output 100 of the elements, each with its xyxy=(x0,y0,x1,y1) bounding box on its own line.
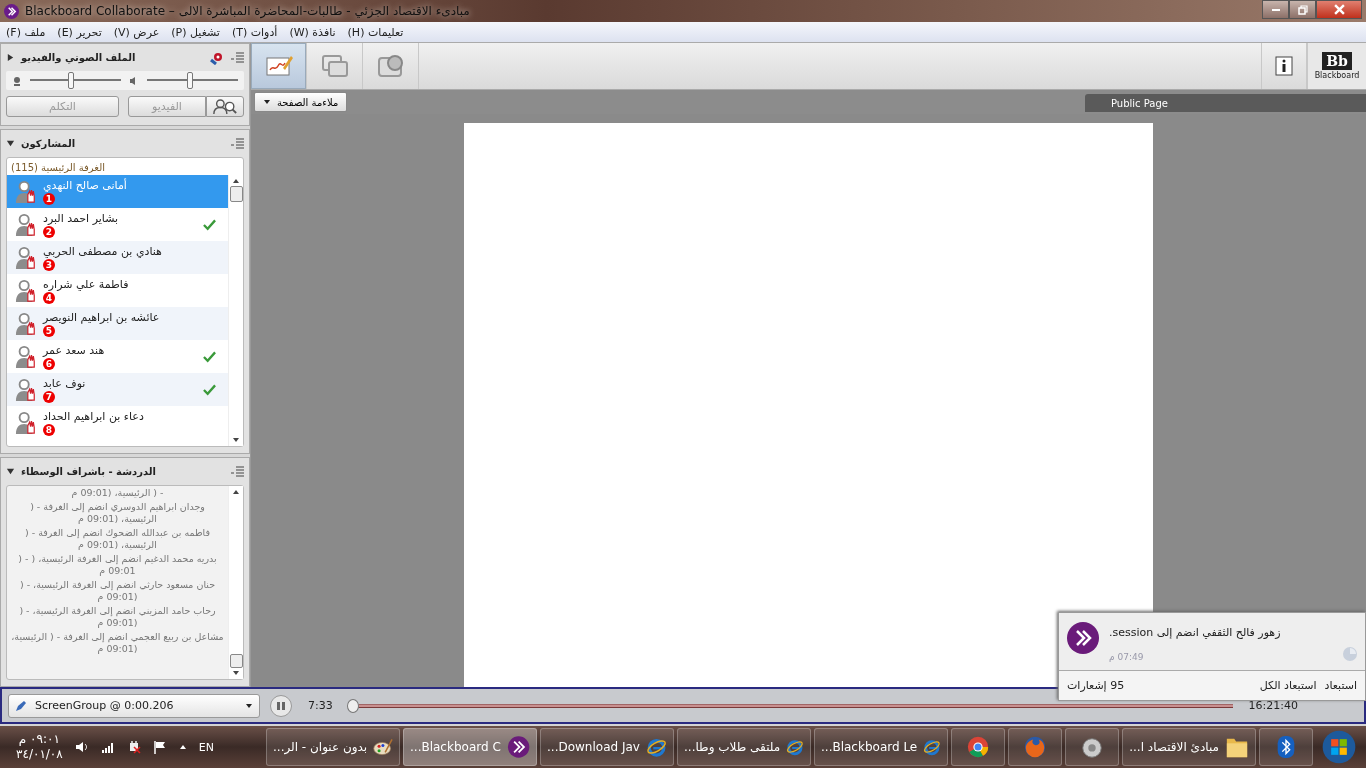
raised-hand-user-icon xyxy=(15,212,37,237)
scrollbar[interactable] xyxy=(228,486,243,679)
taskbar-button[interactable]: Blackboard Le... xyxy=(814,728,948,766)
close-button[interactable] xyxy=(1316,0,1362,19)
app-logo-icon xyxy=(4,3,19,19)
notification-count: 95 إشعارات xyxy=(1067,679,1125,692)
taskbar-button[interactable] xyxy=(1008,728,1062,766)
dismiss-link[interactable]: استبعاد الكل xyxy=(1259,679,1317,692)
room-heading: الغرفة الرئيسية (115) xyxy=(10,161,106,175)
page-tab[interactable]: Public Page xyxy=(1085,94,1366,112)
participant-name: أمانى صالح النهدي xyxy=(43,178,127,192)
number-badge: 4 xyxy=(43,291,55,304)
number-badge: 3 xyxy=(43,258,55,271)
taskbar-button[interactable] xyxy=(1065,728,1119,766)
caret-icon xyxy=(263,99,271,105)
raised-hand-user-icon xyxy=(15,311,37,336)
raised-hand-user-icon xyxy=(15,245,37,270)
dismiss-link[interactable]: استبعاد xyxy=(1324,679,1357,692)
microphone-icon xyxy=(12,75,22,86)
close-icon xyxy=(1333,4,1345,15)
logo-text: Blackboard xyxy=(1314,71,1360,80)
minimize-button[interactable] xyxy=(1262,0,1289,19)
notification-message: زهور فالح الثقفي انضم إلى session. xyxy=(1109,626,1281,639)
scroll-down-arrow-icon[interactable] xyxy=(232,437,240,443)
chat-message: حنان مسعود حارثي انضم إلى الغرفة الرئيسية، - ( (09:01 م xyxy=(18,579,217,603)
volume-icon[interactable] xyxy=(74,740,89,754)
number-badge: 5 xyxy=(43,324,55,337)
show-hidden-icons-icon[interactable] xyxy=(178,744,187,750)
scroll-up-arrow-icon[interactable] xyxy=(232,489,240,495)
disc-icon xyxy=(1080,735,1104,759)
raised-hand-user-icon xyxy=(15,344,37,369)
participant-name: بشاير احمد البرد xyxy=(43,211,119,225)
recording-dropdown[interactable]: ScreenGroup @ 0:00.206 xyxy=(8,693,260,718)
participant-name: فاطمة علي شراره xyxy=(43,277,129,291)
number-badge: 1 xyxy=(43,192,55,205)
scroll-thumb[interactable] xyxy=(229,186,243,202)
taskbar-button[interactable]: Blackboard C... xyxy=(403,728,537,766)
flag-icon[interactable] xyxy=(152,740,167,754)
chat-message: - ( الرئيسية، (09:01 م xyxy=(70,487,165,499)
taskbar-button[interactable]: مبادئ الاقتصاد ا... xyxy=(1122,728,1256,766)
taskbar-button[interactable]: Download Jav... xyxy=(540,728,674,766)
info-button[interactable] xyxy=(1261,43,1307,89)
taskbar-button[interactable] xyxy=(1259,728,1313,766)
app-logo-icon xyxy=(1067,622,1099,654)
taskbar-button[interactable]: ملتقى طلاب وطا... xyxy=(677,728,811,766)
menu-item[interactable]: أدوات (T) xyxy=(231,25,278,39)
expand-arrow-icon[interactable] xyxy=(6,53,15,62)
number-badge: 6 xyxy=(43,357,55,370)
app-logo-icon xyxy=(506,735,530,759)
signal-icon[interactable] xyxy=(100,740,115,754)
chat-message: مشاعل بن ربيع العجمي انضم إلى الغرفة - ( الرئيسية، (09:01 م xyxy=(11,631,224,655)
window-title: Blackboard Collaborate – مبادىء الاقتصاد الجزئي - طالبات-المحاضرة المباشرة الالى xyxy=(25,4,470,18)
clock-date[interactable]: ٣٤/٠١/٠٨ xyxy=(16,747,63,762)
raised-hand-user-icon xyxy=(15,377,37,402)
chrome-icon xyxy=(966,735,990,759)
number-badge: 8 xyxy=(43,423,55,436)
participant-name: هند سعد عمر xyxy=(43,343,105,357)
whiteboard-button[interactable] xyxy=(251,43,307,89)
scroll-thumb[interactable] xyxy=(229,654,243,668)
clock-time[interactable]: ٠٩:٠١ م xyxy=(18,732,60,747)
number-badge: 7 xyxy=(43,390,55,403)
collapse-arrow-icon[interactable] xyxy=(6,139,15,148)
logo-mark: Bb xyxy=(1322,52,1352,70)
caret-icon xyxy=(245,702,253,709)
menu-item[interactable]: تحرير (E) xyxy=(57,25,102,39)
number-badge: 2 xyxy=(43,225,55,238)
chat-message: بدريه محمد الدغيم انضم إلى الغرفة الرئيسية، ( - ( 09:01 م xyxy=(17,553,218,577)
chat-message: فاطمه بن عبدالله الضحوك انضم إلى الغرفة - ( الرئيسية، (09:01 م xyxy=(24,527,211,551)
maximize-button[interactable] xyxy=(1289,0,1316,19)
zoom-dropdown[interactable]: ملاءمة الصفحة xyxy=(254,92,348,112)
maximize-icon xyxy=(1297,4,1308,15)
find-person-button[interactable] xyxy=(206,96,244,117)
participant-name: نوف عابد xyxy=(43,376,86,390)
taskbar-button[interactable]: بدون عنوان - الر... xyxy=(266,728,400,766)
clock-icon xyxy=(1343,647,1357,661)
menu-item[interactable]: تعليمات (H) xyxy=(347,25,404,39)
language-indicator[interactable]: EN xyxy=(198,740,214,754)
minimize-icon xyxy=(1271,8,1280,11)
collapse-arrow-icon[interactable] xyxy=(6,467,15,476)
chat-message: رحاب حامد المزيني انضم إلى الغرفة الرئيسية، - ( (09:01 م xyxy=(18,605,217,629)
pencil-icon xyxy=(15,699,27,712)
panel-title: الدردشة - باشراف الوسطاء xyxy=(21,466,156,477)
menu-item[interactable]: تشغيل (P) xyxy=(171,25,220,39)
windows-icon xyxy=(320,54,349,78)
scrollbar[interactable] xyxy=(228,175,243,446)
panel-title: الملف الصوتي والفيديو xyxy=(21,52,136,63)
raised-hand-user-icon xyxy=(15,179,37,204)
menu-item[interactable]: ملف (F) xyxy=(6,25,46,39)
person-search-icon xyxy=(212,98,238,115)
panel-title: المشاركون xyxy=(21,138,76,149)
menu-item[interactable]: نافذة (W) xyxy=(289,25,336,39)
info-icon xyxy=(1275,56,1293,76)
taskbar-button[interactable] xyxy=(951,728,1005,766)
total-time: 16:21:40 xyxy=(1248,699,1298,712)
raised-hand-user-icon xyxy=(15,410,37,435)
scroll-up-arrow-icon[interactable] xyxy=(232,178,240,184)
menu-item[interactable]: عرض (V) xyxy=(113,25,160,39)
scroll-down-arrow-icon[interactable] xyxy=(232,670,240,676)
pause-button[interactable] xyxy=(270,694,292,717)
chat-message: وجدان ابراهيم الدوسري انضم إلى الغرفة - ( الرئيسية، (09:01 م xyxy=(29,501,206,525)
